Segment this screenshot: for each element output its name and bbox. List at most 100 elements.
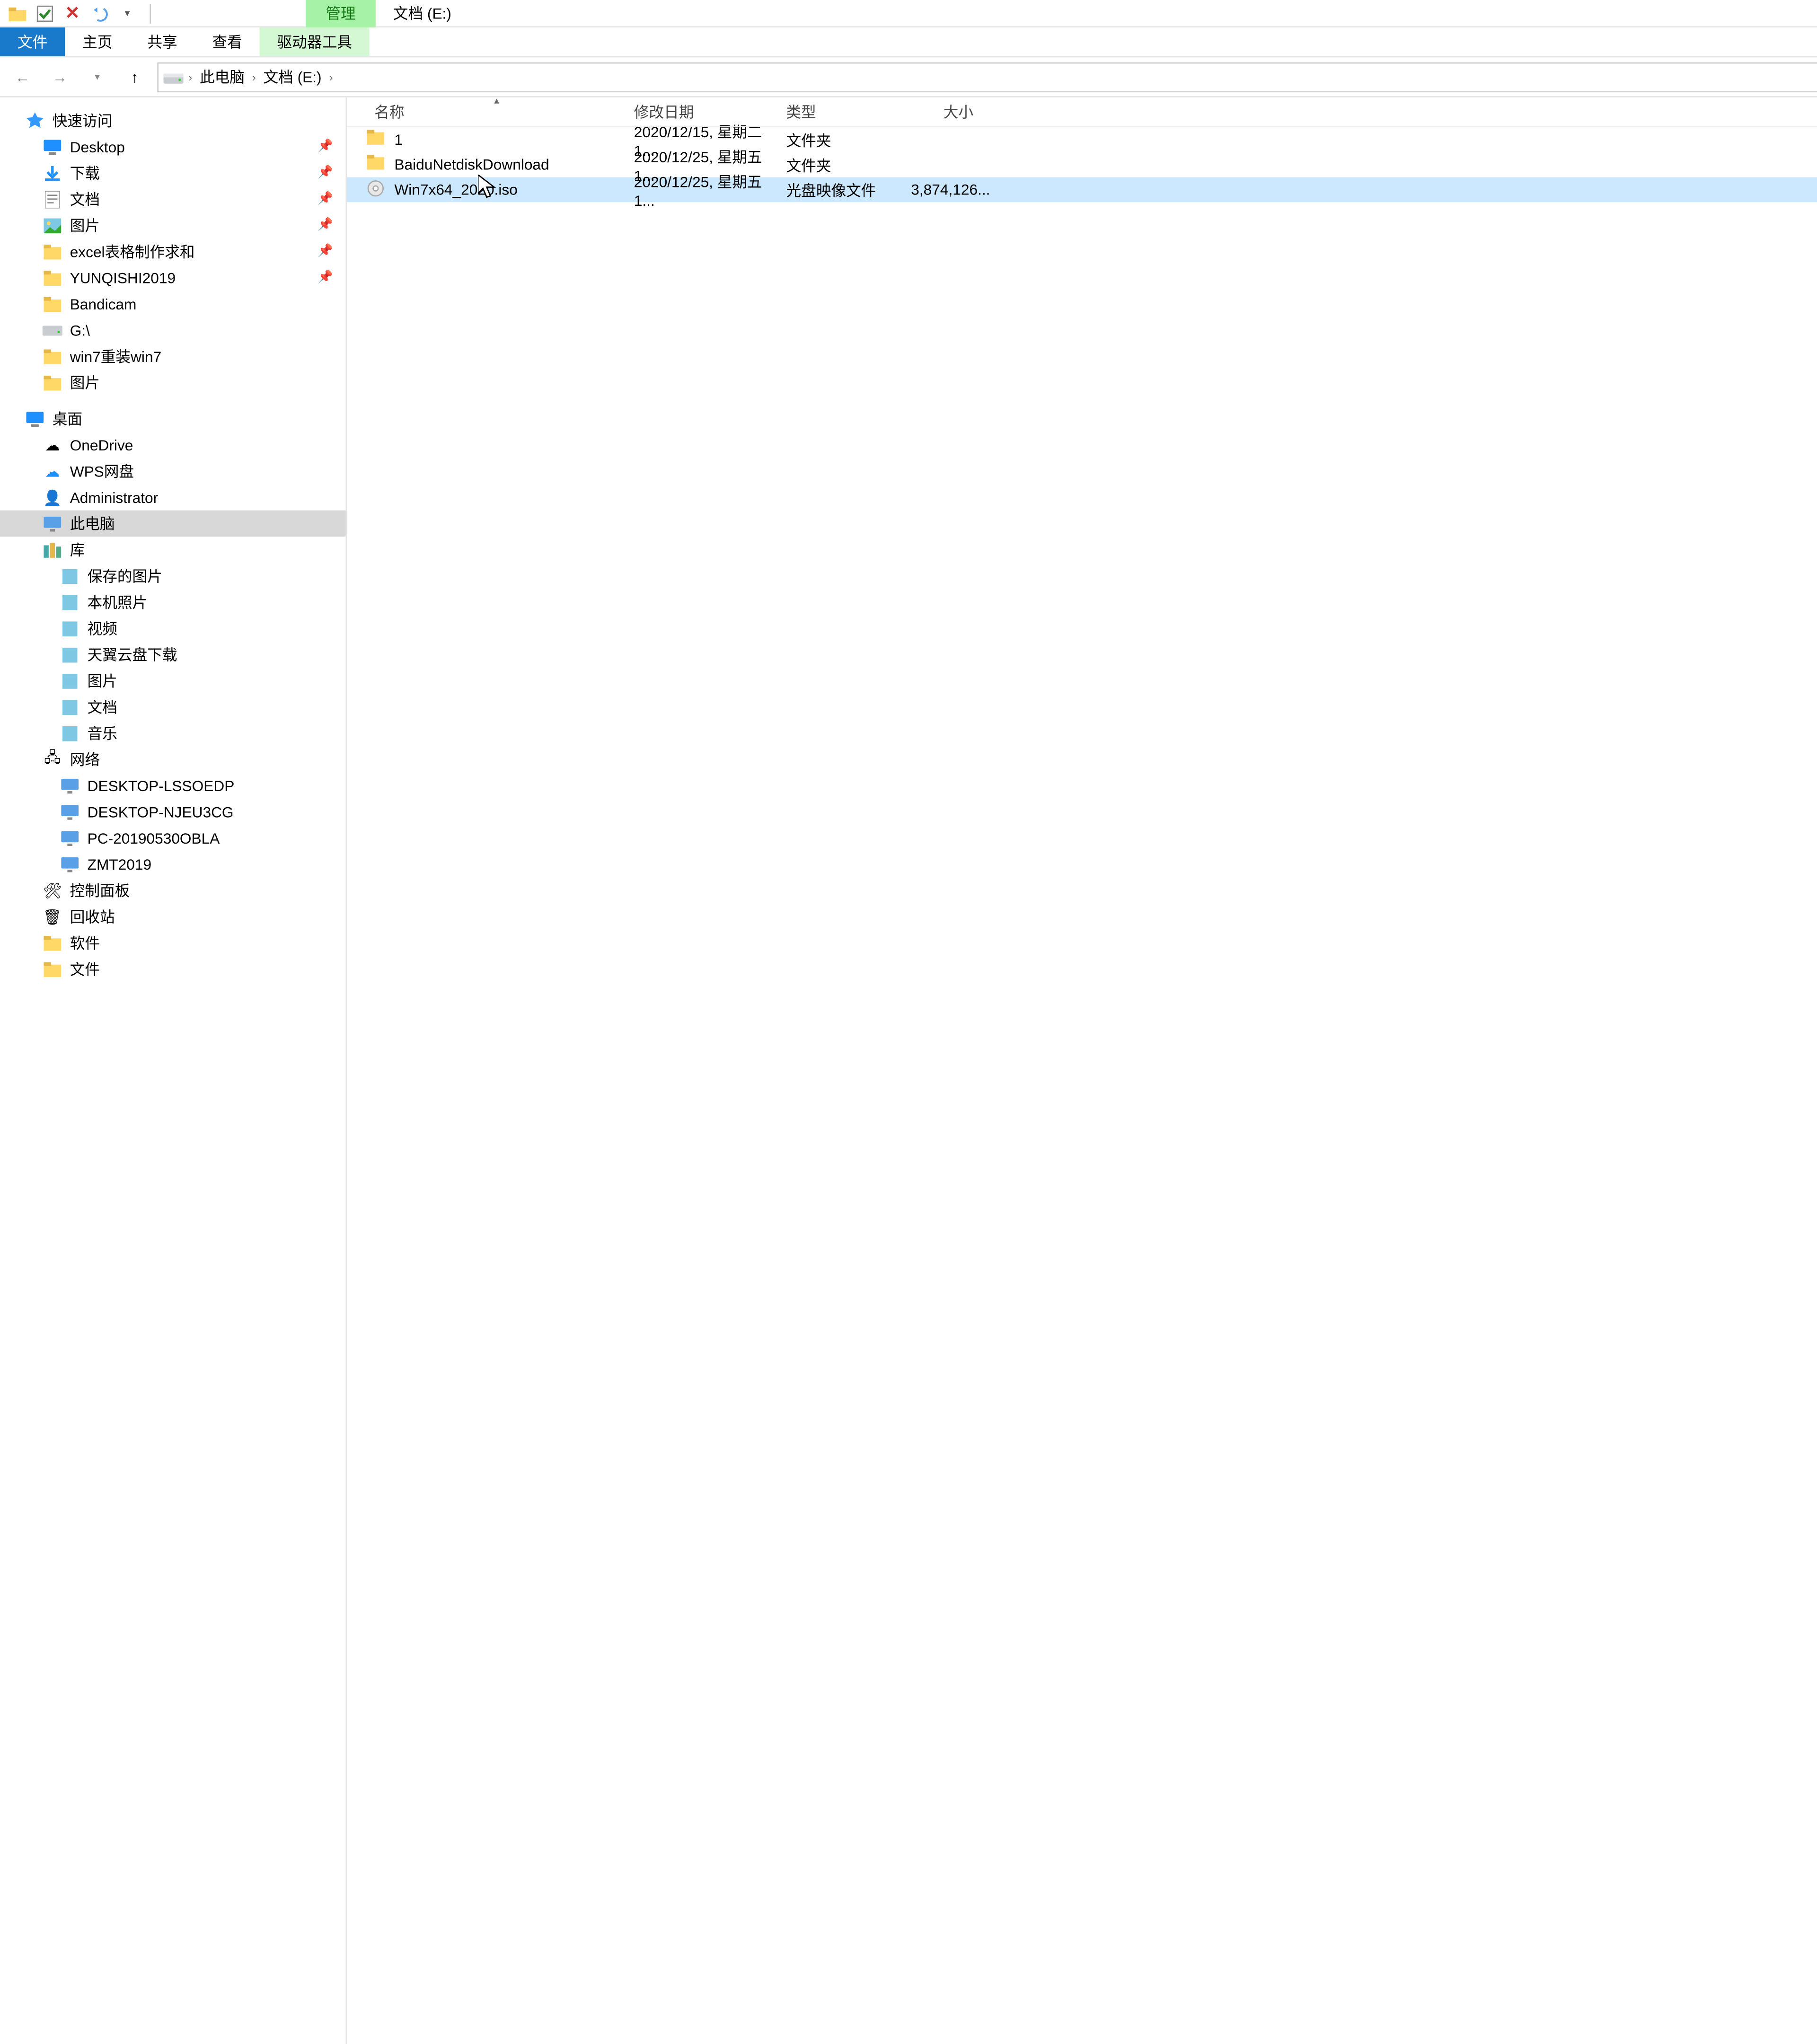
sort-ascending-icon: ▴ [494, 95, 499, 106]
doc-icon [43, 189, 62, 209]
tree-library-item[interactable]: 文档 [0, 694, 346, 720]
tree-quick-item[interactable]: 下载📌 [0, 160, 346, 186]
pin-icon: 📌 [318, 192, 333, 206]
tree-quick-item[interactable]: Bandicam [0, 291, 346, 317]
ribbon-tabs: 文件 主页 共享 查看 驱动器工具 ⌄ ? [0, 27, 1817, 57]
cell-type: 光盘映像文件 [779, 179, 904, 200]
pin-icon: 📌 [318, 245, 333, 258]
tree-quick-item[interactable]: 图片📌 [0, 212, 346, 238]
column-headers: ▴ 名称 修改日期 类型 大小 [347, 97, 1817, 127]
cell-type: 文件夹 [779, 129, 904, 150]
title-bar: ✕ ▾ 管理 文档 (E:) ─ ❐ ✕ [0, 0, 1817, 27]
desktop-icon [43, 137, 62, 157]
column-type[interactable]: 类型 [779, 101, 904, 123]
tree-library-item[interactable]: 天翼云盘下载 [0, 642, 346, 668]
ribbon-tab-share[interactable]: 共享 [130, 27, 194, 56]
folder-icon [367, 130, 387, 150]
ribbon-tab-home[interactable]: 主页 [65, 27, 130, 56]
folder-icon [43, 933, 62, 952]
tree-control-panel[interactable]: 🛠控制面板 [0, 877, 346, 903]
pin-icon: 📌 [318, 271, 333, 284]
library-sub-icon [60, 644, 80, 664]
nav-up-button[interactable]: ↑ [120, 62, 150, 92]
contextual-tab-label: 管理 [306, 0, 376, 27]
tree-libraries[interactable]: 库 [0, 537, 346, 563]
tree-network-pc[interactable]: ZMT2019 [0, 851, 346, 877]
folder-icon [43, 959, 62, 979]
tree-desktop[interactable]: 桌面 [0, 405, 346, 432]
qat-properties-icon[interactable] [35, 3, 55, 23]
tree-network-pc[interactable]: DESKTOP-NJEU3CG [0, 799, 346, 825]
tree-network-pc[interactable]: DESKTOP-LSSOEDP [0, 773, 346, 799]
chevron-right-icon[interactable]: › [329, 70, 333, 83]
tree-quick-item[interactable]: win7重装win7 [0, 343, 346, 369]
tree-wps[interactable]: ☁WPS网盘 [0, 458, 346, 484]
nav-recent-dropdown-icon[interactable]: ▾ [82, 62, 112, 92]
library-sub-icon [60, 723, 80, 743]
tree-quick-item[interactable]: 文档📌 [0, 186, 346, 212]
cell-type: 文件夹 [779, 154, 904, 176]
tree-network[interactable]: 🖧网络 [0, 746, 346, 772]
tree-library-item[interactable]: 视频 [0, 615, 346, 641]
tree-user[interactable]: 👤Administrator [0, 484, 346, 510]
file-row[interactable]: Win7x64_2020.iso 2020/12/25, 星期五 1... 光盘… [347, 177, 1817, 203]
drive-icon [43, 320, 62, 340]
tree-library-item[interactable]: 本机照片 [0, 589, 346, 615]
tree-files[interactable]: 文件 [0, 956, 346, 982]
quick-access-toolbar: ✕ ▾ [0, 3, 156, 23]
tree-library-item[interactable]: 图片 [0, 668, 346, 694]
pin-icon: 📌 [318, 166, 333, 180]
pc-icon [60, 854, 80, 874]
ribbon-tab-file[interactable]: 文件 [0, 27, 65, 56]
chevron-right-icon[interactable]: › [252, 70, 256, 83]
tree-quick-item[interactable]: G:\ [0, 317, 346, 343]
qat-delete-icon[interactable]: ✕ [62, 3, 82, 23]
tree-quick-item[interactable]: Desktop📌 [0, 133, 346, 159]
cloud-icon: ☁ [43, 461, 62, 481]
chevron-right-icon[interactable]: › [188, 70, 192, 83]
pic-icon [43, 215, 62, 235]
tree-quick-item[interactable]: excel表格制作求和📌 [0, 238, 346, 264]
tree-onedrive[interactable]: ☁OneDrive [0, 432, 346, 458]
tree-quick-access[interactable]: 快速访问 [0, 107, 346, 133]
qat-dropdown-icon[interactable]: ▾ [117, 3, 137, 23]
desktop-icon [25, 409, 45, 429]
tree-network-pc[interactable]: PC-20190530OBLA [0, 825, 346, 851]
cell-name: 1 [394, 131, 626, 149]
library-sub-icon [60, 566, 80, 586]
column-size[interactable]: 大小 [903, 101, 981, 123]
folder-icon [43, 294, 62, 314]
library-sub-icon [60, 697, 80, 717]
file-row[interactable]: BaiduNetdiskDownload 2020/12/25, 星期五 1..… [347, 152, 1817, 177]
drive-icon [163, 67, 183, 87]
file-row[interactable]: 1 2020/12/15, 星期二 1... 文件夹 [347, 127, 1817, 152]
pc-icon [43, 513, 62, 533]
down-icon [43, 163, 62, 183]
qat-undo-icon[interactable] [90, 3, 110, 23]
breadcrumb-this-pc[interactable]: 此电脑 [197, 66, 247, 88]
nav-back-button[interactable]: ← [8, 62, 37, 92]
tree-recycle-bin[interactable]: 🗑回收站 [0, 903, 346, 929]
pc-icon [60, 802, 80, 822]
window-title: 文档 (E:) [376, 0, 469, 27]
tree-library-item[interactable]: 音乐 [0, 720, 346, 746]
iso-icon [367, 180, 387, 200]
breadcrumb-drive[interactable]: 文档 (E:) [261, 66, 324, 88]
ribbon-tab-view[interactable]: 查看 [195, 27, 260, 56]
network-icon: 🖧 [43, 749, 62, 769]
ribbon-tab-drive-tools[interactable]: 驱动器工具 [260, 27, 370, 56]
tree-quick-item[interactable]: 图片 [0, 370, 346, 396]
cell-date: 2020/12/25, 星期五 1... [626, 170, 779, 209]
tree-library-item[interactable]: 保存的图片 [0, 563, 346, 589]
column-date[interactable]: 修改日期 [626, 101, 779, 123]
cloud-icon: ☁ [43, 435, 62, 455]
separator [150, 3, 151, 23]
navigation-pane: 快速访问 Desktop📌下载📌文档📌图片📌excel表格制作求和📌YUNQIS… [0, 97, 347, 2044]
tree-software[interactable]: 软件 [0, 930, 346, 956]
library-icon [43, 540, 62, 560]
tree-this-pc[interactable]: 此电脑 [0, 511, 346, 537]
address-bar[interactable]: › 此电脑 › 文档 (E:) › ⌄ ⟳ [157, 62, 1817, 92]
folder-icon [43, 346, 62, 366]
folder-icon [43, 241, 62, 261]
tree-quick-item[interactable]: YUNQISHI2019📌 [0, 264, 346, 291]
